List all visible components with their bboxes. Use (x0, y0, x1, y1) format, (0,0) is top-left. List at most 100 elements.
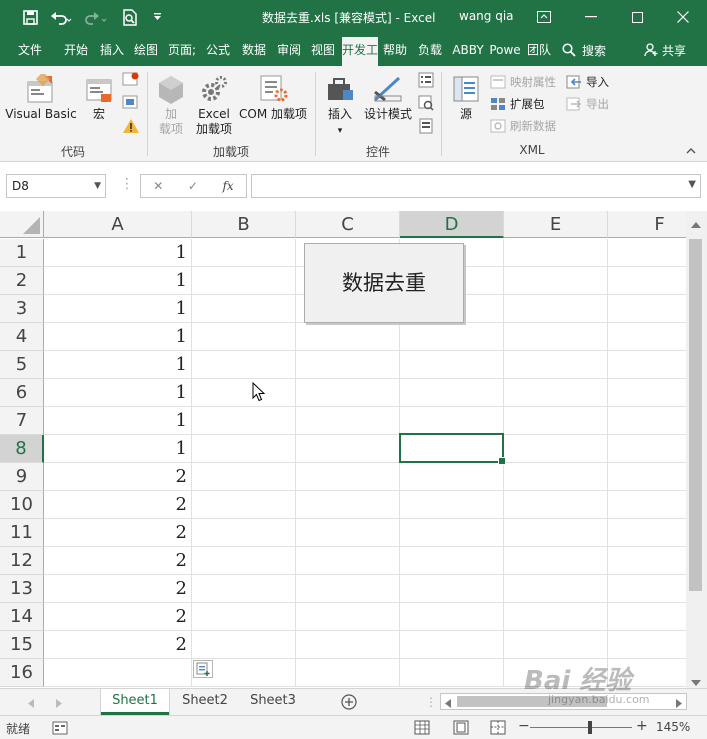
cell-c6[interactable] (296, 379, 400, 407)
user-name[interactable]: wang qia (459, 9, 514, 23)
prev-sheet-icon[interactable] (28, 697, 34, 711)
cell-f8[interactable] (608, 435, 686, 463)
cell-e4[interactable] (504, 323, 608, 351)
tab-load-test[interactable]: 负载 (414, 34, 446, 66)
insert-control-button[interactable]: 插入 ▾ (320, 74, 360, 139)
cell-a4[interactable]: 1 (44, 323, 192, 351)
row-header[interactable]: 5 (0, 351, 44, 379)
cell-c13[interactable] (296, 575, 400, 603)
cell-d15[interactable] (400, 631, 504, 659)
customize-qat-icon[interactable] (150, 0, 164, 34)
dedupe-form-button[interactable]: 数据去重 (304, 243, 464, 323)
cell-e7[interactable] (504, 407, 608, 435)
row-header[interactable]: 10 (0, 491, 44, 519)
close-icon[interactable] (660, 0, 706, 34)
tab-draw[interactable]: 绘图 (130, 34, 162, 66)
cell-d9[interactable] (400, 463, 504, 491)
redo-icon[interactable] (82, 0, 110, 34)
cell-c9[interactable] (296, 463, 400, 491)
zoom-level[interactable]: 145% (656, 720, 690, 734)
formula-input[interactable]: ▼ (251, 174, 701, 198)
page-layout-view-icon[interactable] (453, 720, 469, 738)
row-header[interactable]: 4 (0, 323, 44, 351)
xml-source-button[interactable]: 源 (446, 74, 486, 122)
row-header[interactable]: 9 (0, 463, 44, 491)
cell-b7[interactable] (192, 407, 296, 435)
row-header[interactable]: 1 (0, 239, 44, 267)
sheet-tab-sheet2[interactable]: Sheet2 (172, 689, 238, 715)
cell-d10[interactable] (400, 491, 504, 519)
column-header-d[interactable]: D (400, 211, 504, 238)
expand-formula-icon[interactable]: ▼ (688, 179, 696, 190)
cell-a2[interactable]: 1 (44, 267, 192, 295)
cell-b4[interactable] (192, 323, 296, 351)
cell-d16[interactable] (400, 659, 504, 687)
paste-options-icon[interactable] (193, 660, 213, 678)
cell-f9[interactable] (608, 463, 686, 491)
cell-a11[interactable]: 2 (44, 519, 192, 547)
tab-abbyy[interactable]: ABBY (451, 34, 485, 66)
cell-d11[interactable] (400, 519, 504, 547)
record-macro-icon[interactable] (122, 72, 140, 91)
cell-d4[interactable] (400, 323, 504, 351)
row-header[interactable]: 16 (0, 659, 44, 687)
cell-c12[interactable] (296, 547, 400, 575)
cell-c10[interactable] (296, 491, 400, 519)
tab-team[interactable]: 团队 (523, 34, 555, 66)
cell-a1[interactable]: 1 (44, 239, 192, 267)
cell-f14[interactable] (608, 603, 686, 631)
row-header[interactable]: 15 (0, 631, 44, 659)
column-header-e[interactable]: E (504, 211, 608, 238)
macro-security-icon[interactable] (122, 118, 140, 137)
cell-f1[interactable] (608, 239, 686, 267)
cell-d6[interactable] (400, 379, 504, 407)
visual-basic-button[interactable]: Visual Basic (4, 74, 78, 122)
cell-a16[interactable] (44, 659, 192, 687)
tab-home[interactable]: 开始 (58, 34, 94, 66)
cell-a13[interactable]: 2 (44, 575, 192, 603)
insert-function-icon[interactable]: fx (222, 179, 233, 193)
cell-c7[interactable] (296, 407, 400, 435)
cancel-icon[interactable]: ✕ (153, 179, 163, 193)
add-sheet-icon[interactable] (341, 694, 357, 713)
cell-f5[interactable] (608, 351, 686, 379)
name-box[interactable]: D8 ▼ (6, 174, 106, 198)
column-header-f[interactable]: F (608, 211, 686, 238)
vertical-scrollbar[interactable] (686, 211, 707, 688)
row-header[interactable]: 13 (0, 575, 44, 603)
accessibility-icon[interactable] (52, 721, 68, 738)
zoom-slider[interactable] (530, 727, 632, 728)
cell-e15[interactable] (504, 631, 608, 659)
cell-f15[interactable] (608, 631, 686, 659)
excel-addins-button[interactable]: Excel 加载项 (192, 74, 236, 137)
column-header-a[interactable]: A (44, 211, 192, 238)
run-dialog-icon[interactable] (418, 118, 434, 137)
com-addins-button[interactable]: COM 加载项 (236, 74, 310, 122)
xml-export-button[interactable]: 导出 (566, 94, 609, 114)
normal-view-icon[interactable] (414, 720, 430, 738)
tab-insert[interactable]: 插入 (96, 34, 128, 66)
sheet-tab-sheet1[interactable]: Sheet1 (101, 689, 169, 715)
selected-cell[interactable] (399, 433, 506, 465)
zoom-out-icon[interactable]: − (518, 718, 530, 734)
cell-b11[interactable] (192, 519, 296, 547)
tab-formulas[interactable]: 公式 (202, 34, 234, 66)
cell-c11[interactable] (296, 519, 400, 547)
search-box[interactable]: 搜索 (562, 34, 606, 66)
cell-e9[interactable] (504, 463, 608, 491)
scroll-thumb[interactable] (689, 239, 702, 591)
print-preview-icon[interactable] (120, 0, 140, 34)
cell-e13[interactable] (504, 575, 608, 603)
tab-power-pivot[interactable]: Powe (488, 34, 522, 66)
cell-e12[interactable] (504, 547, 608, 575)
row-header[interactable]: 11 (0, 519, 44, 547)
refresh-data-button[interactable]: 刷新数据 (490, 116, 556, 136)
row-header[interactable]: 6 (0, 379, 44, 407)
minimize-icon[interactable] (568, 0, 614, 34)
cell-c15[interactable] (296, 631, 400, 659)
macros-button[interactable]: 宏 (82, 74, 116, 122)
row-header[interactable]: 8 (0, 435, 44, 463)
cell-b2[interactable] (192, 267, 296, 295)
cell-d14[interactable] (400, 603, 504, 631)
cell-e5[interactable] (504, 351, 608, 379)
